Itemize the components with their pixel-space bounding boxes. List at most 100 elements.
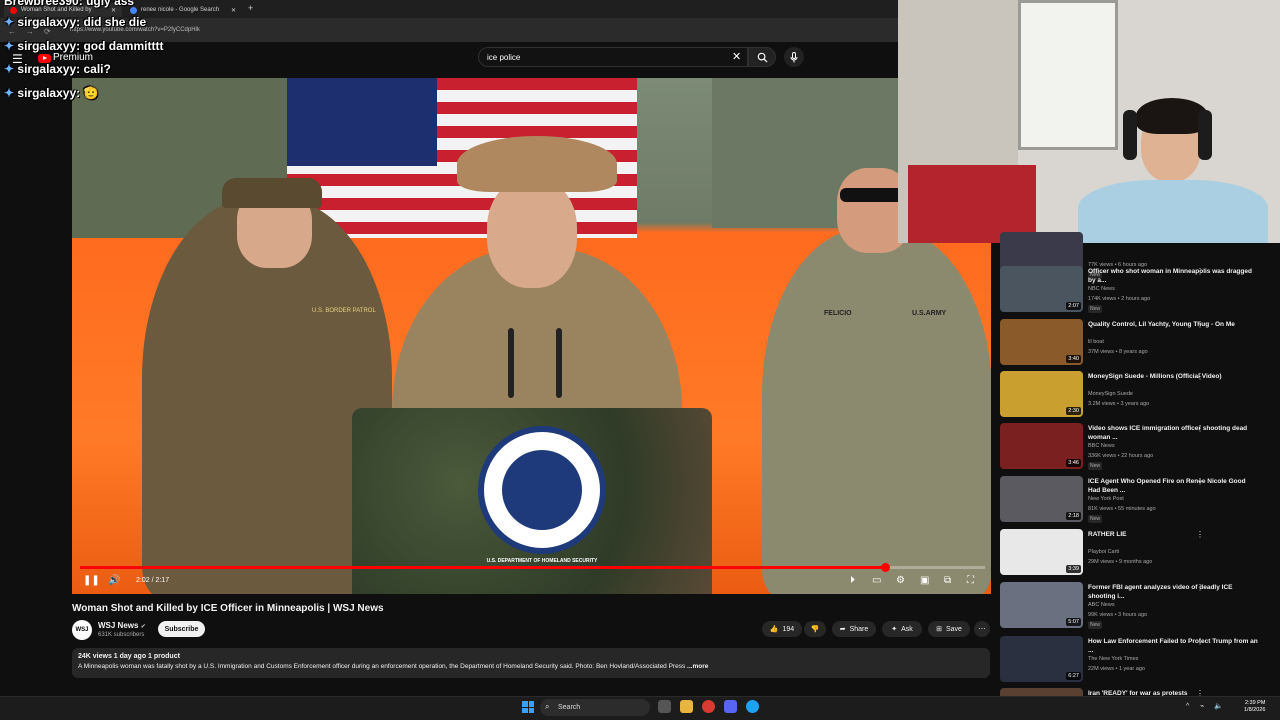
- video-thumbnail[interactable]: 6:27: [1000, 636, 1083, 682]
- recommended-meta: 3.2M views • 3 years ago: [1088, 401, 1150, 407]
- recommended-title[interactable]: Quality Control, Lil Yachty, Young Thug …: [1088, 320, 1258, 329]
- miniplayer-icon[interactable]: ▣: [920, 575, 929, 586]
- fullscreen-icon[interactable]: ⛶: [967, 575, 974, 586]
- microphone-right: [556, 328, 562, 398]
- recommended-title[interactable]: Officer who shot woman in Minneapolis wa…: [1088, 267, 1258, 285]
- start-icon[interactable]: [522, 701, 534, 713]
- recommended-title[interactable]: ICE Agent Who Opened Fire on Renee Nicol…: [1088, 477, 1258, 495]
- bookmark-icon: ⊞: [936, 626, 942, 633]
- chat-text: did she die: [83, 15, 147, 29]
- captions-icon[interactable]: ▭: [872, 575, 881, 586]
- taskbar-search[interactable]: Search: [540, 699, 650, 716]
- name-tape: FELICIO: [824, 310, 852, 317]
- pin-icon: ✦: [4, 62, 15, 76]
- clock-date: 1/8/2026: [1244, 707, 1266, 713]
- chat-user: sirgalaxyy:: [17, 15, 81, 29]
- recommended-item[interactable]: 3:46 Video shows ICE immigration officer …: [1000, 423, 1272, 475]
- recommended-item[interactable]: 2:18 ICE Agent Who Opened Fire on Renee N…: [1000, 476, 1272, 528]
- recommended-channel[interactable]: The New York Times: [1088, 656, 1138, 662]
- chrome-icon[interactable]: [702, 700, 715, 713]
- more-options-icon[interactable]: ⋮: [1196, 372, 1204, 381]
- recommended-title[interactable]: RATHER LIE: [1088, 530, 1258, 539]
- settings-icon[interactable]: ⚙: [896, 575, 905, 586]
- save-button[interactable]: ⊞ Save: [928, 621, 970, 637]
- new-badge: New: [1088, 305, 1103, 313]
- video-thumbnail[interactable]: 3:39: [1000, 529, 1083, 575]
- recommended-channel[interactable]: ABC News: [1088, 602, 1115, 608]
- recommended-channel[interactable]: Playboi Carti: [1088, 549, 1119, 555]
- recommended-item[interactable]: 2:07 Officer who shot woman in Minneapoli…: [1000, 266, 1272, 318]
- more-options-icon[interactable]: ⋮: [1196, 320, 1204, 329]
- edge-icon[interactable]: [746, 700, 759, 713]
- recommended-title[interactable]: Former FBI agent analyzes video of deadl…: [1088, 583, 1258, 601]
- video-thumbnail[interactable]: 5:07: [1000, 582, 1083, 628]
- task-view-icon[interactable]: [658, 700, 671, 713]
- recommended-channel[interactable]: MoneySign Suede: [1088, 391, 1133, 397]
- recommended-channel[interactable]: lil boat: [1088, 339, 1104, 345]
- system-clock[interactable]: 2:39 PM 1/8/2026: [1244, 700, 1265, 714]
- chat-message: ✦ sirgalaxyy: cali?: [4, 62, 111, 76]
- voice-search-button[interactable]: [784, 47, 804, 67]
- new-tab-button[interactable]: +: [248, 3, 253, 13]
- video-player[interactable]: U.S. BORDER PATROL FELICIO U.S.ARMY U.S.…: [72, 78, 991, 594]
- discord-icon[interactable]: [724, 700, 737, 713]
- description-meta: 24K views 1 day ago 1 product: [78, 653, 180, 660]
- volume-tray-icon[interactable]: 🔈: [1214, 702, 1223, 710]
- video-thumbnail[interactable]: 3:40: [1000, 319, 1083, 365]
- more-link[interactable]: ...more: [687, 663, 708, 670]
- like-button[interactable]: 👍 194: [762, 621, 802, 637]
- ask-button[interactable]: ✦ Ask: [882, 621, 922, 637]
- like-count: 194: [782, 625, 795, 633]
- recommended-channel[interactable]: New York Post: [1088, 496, 1124, 502]
- chat-text: ugly ass: [86, 0, 135, 8]
- recommended-item[interactable]: 6:27 How Law Enforcement Failed to Protec…: [1000, 636, 1272, 688]
- headphones-right: [1198, 110, 1212, 160]
- dislike-button[interactable]: 👎: [804, 621, 826, 637]
- file-explorer-icon[interactable]: [680, 700, 693, 713]
- more-options-icon[interactable]: ⋮: [1196, 530, 1204, 539]
- more-options-icon[interactable]: ⋮: [1196, 477, 1204, 486]
- duration-badge: 3:39: [1066, 565, 1081, 573]
- clear-search-icon[interactable]: ✕: [732, 50, 741, 63]
- video-thumbnail[interactable]: 2:30: [1000, 371, 1083, 417]
- recommended-meta: 99K views • 3 hours ago: [1088, 612, 1148, 618]
- more-options-icon[interactable]: ⋮: [1196, 689, 1204, 696]
- pause-icon[interactable]: ❚❚: [83, 575, 100, 586]
- more-actions-button[interactable]: ⋯: [974, 621, 990, 637]
- channel-avatar[interactable]: WSJ: [72, 620, 92, 640]
- more-options-icon[interactable]: ⋮: [1196, 583, 1204, 592]
- close-icon[interactable]: ✕: [231, 7, 236, 14]
- recommended-channel[interactable]: BBC News: [1088, 443, 1115, 449]
- search-button[interactable]: [748, 47, 776, 67]
- subscribe-button[interactable]: Subscribe: [158, 621, 205, 637]
- video-thumbnail[interactable]: 3:46: [1000, 423, 1083, 469]
- recommended-channel[interactable]: NBC News: [1088, 286, 1115, 292]
- duration-badge: 6:27: [1066, 672, 1081, 680]
- more-options-icon[interactable]: ⋮: [1196, 267, 1204, 276]
- video-thumbnail[interactable]: 2:07: [1000, 266, 1083, 312]
- chat-message: ✦ sirgalaxyy: did she die: [4, 15, 146, 29]
- volume-icon[interactable]: 🔊: [108, 575, 120, 586]
- recommended-item[interactable]: 3:39 RATHER LIE Playboi Carti 29M views • 9…: [1000, 529, 1272, 581]
- recommended-title[interactable]: Video shows ICE immigration officer shoo…: [1088, 424, 1258, 442]
- recommended-item[interactable]: 3:40 Quality Control, Lil Yachty, Young T…: [1000, 319, 1272, 371]
- share-button[interactable]: ➦ Share: [832, 621, 876, 637]
- microphone-icon: [790, 51, 798, 62]
- channel-name[interactable]: WSJ News ✔: [98, 621, 146, 630]
- recommended-title[interactable]: Iran 'READY' for war as protests: [1088, 689, 1258, 696]
- recommended-item[interactable]: 2:30 MoneySign Suede - Millions (Official…: [1000, 371, 1272, 423]
- cast-icon[interactable]: ⧉: [944, 575, 951, 586]
- recommended-title[interactable]: How Law Enforcement Failed to Protect Tr…: [1088, 637, 1258, 655]
- recommended-item[interactable]: 5:07 Former FBI agent analyzes video of d…: [1000, 582, 1272, 634]
- network-icon[interactable]: ⌁: [1200, 702, 1204, 710]
- headphones: [1123, 110, 1137, 160]
- search-input[interactable]: ice police: [478, 47, 748, 67]
- video-thumbnail[interactable]: [1000, 688, 1083, 696]
- more-options-icon[interactable]: ⋮: [1196, 424, 1204, 433]
- tray-chevron-icon[interactable]: ^: [1186, 703, 1189, 710]
- recommended-title[interactable]: MoneySign Suede - Millions (Official Vid…: [1088, 372, 1258, 381]
- more-options-icon[interactable]: ⋮: [1196, 637, 1204, 646]
- recommended-item[interactable]: Iran 'READY' for war as protests ⋮: [1000, 688, 1272, 696]
- autoplay-toggle-icon[interactable]: ⏵: [850, 575, 855, 586]
- video-thumbnail[interactable]: 2:18: [1000, 476, 1083, 522]
